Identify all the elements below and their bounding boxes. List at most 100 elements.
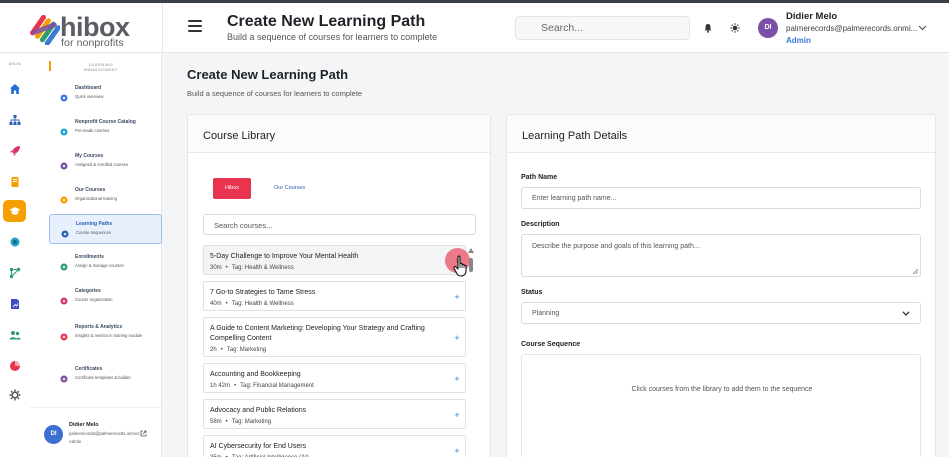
- brand-logo[interactable]: hibox for nonprofits: [30, 13, 140, 49]
- rail-sitemap[interactable]: [3, 109, 26, 131]
- nav-item-title: Enrollments: [75, 254, 104, 260]
- chevron-down-icon[interactable]: [918, 25, 927, 31]
- nav-item-subtitle: Assign & manage courses: [75, 263, 124, 268]
- course-meta: 2h • Tag: Marketing: [210, 347, 266, 353]
- nav-item-my-courses[interactable]: My Courses Assigned & enrolled courses: [49, 147, 162, 177]
- status-selected-value: Planning: [532, 310, 560, 317]
- meta-separator: •: [234, 383, 237, 389]
- course-tag: Tag: Health & Wellness: [231, 301, 294, 307]
- global-search-input[interactable]: Search...: [515, 16, 690, 40]
- course-duration: 40m: [210, 301, 222, 307]
- course-item[interactable]: AI Cybersecurity for End Users35m•Tag: A…: [203, 435, 466, 457]
- user-avatar[interactable]: DI: [758, 18, 778, 38]
- rail-home[interactable]: [3, 78, 26, 100]
- resize-handle-icon[interactable]: [913, 269, 918, 274]
- menu-toggle-icon[interactable]: [188, 20, 202, 32]
- course-item[interactable]: 5-Day Challenge to Improve Your Mental H…: [203, 245, 466, 275]
- rail-section-label: MAIN: [9, 61, 21, 66]
- add-course-icon[interactable]: +: [453, 375, 461, 384]
- enrollments-icon: [60, 258, 68, 271]
- rail-users[interactable]: [3, 324, 26, 346]
- nav-section-label: LEARNING MANAGEMENT: [84, 62, 118, 72]
- courses-icon: [60, 157, 68, 170]
- header-subtitle: Build a sequence of courses for learners…: [227, 32, 438, 42]
- scrollbar-up-arrow[interactable]: [468, 248, 474, 253]
- course-item[interactable]: A Guide to Content Marketing: Developing…: [203, 317, 466, 357]
- nav-item-certificates[interactable]: Certificates Certificate templates & buil…: [49, 360, 162, 390]
- rail-chart[interactable]: [3, 293, 26, 315]
- rail-settings[interactable]: [3, 384, 26, 406]
- pie-chart-icon: [9, 361, 20, 371]
- course-title: 5-Day Challenge to Improve Your Mental H…: [210, 253, 359, 260]
- nav-item-categories[interactable]: Categories Course organization: [49, 282, 162, 312]
- course-title: Accounting and Bookkeeping: [210, 371, 301, 378]
- nav-item-nonprofit-course-catalog[interactable]: Nonprofit Course Catalog Pre-made courses: [49, 113, 162, 143]
- nav-item-subtitle: Organizational training: [75, 196, 117, 201]
- meta-separator: •: [225, 301, 228, 307]
- description-textarea[interactable]: Describe the purpose and goals of this l…: [521, 234, 921, 277]
- page-subtitle: Build a sequence of courses for learners…: [187, 89, 363, 98]
- nav-item-our-courses[interactable]: Our Courses Organizational training: [49, 181, 162, 211]
- footer-avatar[interactable]: DI: [44, 425, 63, 444]
- course-tag: Tag: Health & Wellness: [231, 265, 294, 271]
- bell-icon[interactable]: [703, 23, 713, 33]
- theme-toggle-icon[interactable]: [730, 23, 740, 33]
- sitemap-icon: [9, 115, 20, 125]
- rail-pie[interactable]: [3, 355, 26, 377]
- description-placeholder: Describe the purpose and goals of this l…: [532, 243, 700, 250]
- rail-circle[interactable]: [3, 231, 26, 253]
- description-label: Description: [521, 221, 560, 228]
- graduation-cap-icon: [9, 207, 20, 215]
- path-name-input[interactable]: Enter learning path name...: [521, 187, 921, 209]
- course-sequence-dropzone[interactable]: Click courses from the library to add th…: [521, 354, 921, 457]
- course-sequence-label: Course Sequence: [521, 341, 581, 348]
- add-course-icon[interactable]: +: [453, 411, 461, 420]
- user-email: palmerecords@palmerecords.onmi...: [786, 24, 918, 33]
- course-title: AI Cybersecurity for End Users: [210, 443, 307, 450]
- tab-hibox[interactable]: Hibox: [213, 178, 251, 199]
- learning-nav: LEARNING MANAGEMENT Dashboard Quick overv…: [30, 54, 162, 457]
- nav-section-marker: [49, 61, 51, 71]
- user-role: Admin: [786, 36, 811, 45]
- course-item[interactable]: 7 Go-to Strategies to Tame Stress 40m • Tag…: [203, 281, 466, 311]
- footer-user-role: Admin: [69, 439, 82, 444]
- hand-pointer-icon: [453, 255, 467, 277]
- meta-separator: •: [225, 419, 228, 425]
- nav-item-title: Categories: [75, 288, 101, 294]
- page-title: Create New Learning Path: [187, 67, 349, 82]
- course-tag: Tag: Marketing: [231, 419, 272, 425]
- rail-graduation[interactable]: [3, 200, 26, 222]
- course-title: 7 Go-to Strategies to Tame Stress: [210, 289, 316, 296]
- nav-user-footer: DI Didier Melo palmerecords@palmerecords…: [30, 407, 161, 457]
- rail-rocket[interactable]: [3, 140, 26, 162]
- tab-our-courses[interactable]: Our Courses: [274, 178, 305, 199]
- add-course-icon[interactable]: +: [453, 447, 461, 456]
- nav-item-learning-paths[interactable]: Learning Paths Course sequences: [49, 214, 162, 244]
- course-item[interactable]: Advocacy and Public Relations 58m • Tag: Ma…: [203, 399, 466, 429]
- course-duration: 2h: [210, 347, 217, 353]
- nav-item-dashboard[interactable]: Dashboard Quick overview: [49, 79, 162, 109]
- add-course-icon[interactable]: +: [453, 334, 461, 343]
- rail-book[interactable]: [3, 171, 26, 193]
- course-item[interactable]: Accounting and Bookkeeping 1h 42m • Tag: Fi…: [203, 363, 466, 393]
- add-course-icon[interactable]: +: [453, 293, 461, 302]
- nav-item-title: Dashboard: [75, 85, 102, 91]
- course-duration: 30m: [210, 265, 222, 271]
- external-link-icon[interactable]: [140, 430, 147, 437]
- our-courses-icon: [60, 191, 68, 204]
- app-header: hibox for nonprofits Create New Learning…: [0, 3, 949, 53]
- course-meta: 40m • Tag: Health & Wellness: [210, 301, 294, 307]
- status-select[interactable]: Planning: [521, 302, 921, 324]
- course-search-input[interactable]: Search courses...: [203, 214, 476, 235]
- course-sequence-empty-text: Click courses from the library to add th…: [631, 386, 813, 393]
- nav-item-title: Our Courses: [75, 187, 106, 193]
- nav-item-enrollments[interactable]: Enrollments Assign & manage courses: [49, 248, 162, 278]
- header-divider: [162, 3, 163, 53]
- rail-flow[interactable]: [3, 262, 26, 284]
- nav-item-reports-analytics[interactable]: Reports & Analytics Insights & metrics in…: [49, 318, 162, 356]
- nav-item-subtitle: Insights & metrics in training module: [75, 333, 143, 338]
- course-duration: 58m: [210, 419, 222, 425]
- catalog-icon: [60, 123, 68, 136]
- nav-item-subtitle: Course sequences: [76, 230, 111, 235]
- nav-item-subtitle: Pre-made courses: [75, 128, 110, 133]
